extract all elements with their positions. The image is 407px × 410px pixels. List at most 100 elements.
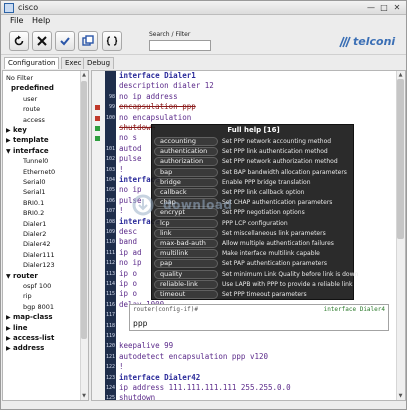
tab-configuration[interactable]: Configuration xyxy=(4,57,60,69)
help-row[interactable]: encrypt Set PPP negotiation options xyxy=(152,208,355,218)
code-line[interactable]: autod xyxy=(119,144,142,153)
tree-item[interactable]: ▶ access-list xyxy=(6,334,54,342)
code-line[interactable]: ip o xyxy=(119,269,137,278)
editor-scroll-down-icon[interactable]: ▼ xyxy=(396,392,405,400)
editor-scroll-up-icon[interactable]: ▲ xyxy=(396,71,405,79)
apply-button[interactable] xyxy=(55,31,75,51)
collapsed-arrow-icon[interactable]: ▶ xyxy=(6,325,13,332)
code-line[interactable]: ! xyxy=(119,362,124,371)
code-line[interactable]: pulse xyxy=(119,196,142,205)
tree-item[interactable]: Tunnel0 xyxy=(23,157,48,165)
tree-item[interactable]: Serial0 xyxy=(23,178,46,186)
tree-item[interactable]: access xyxy=(23,116,45,124)
editor-scrollbar[interactable]: ▲ ▼ xyxy=(396,71,405,400)
expanded-arrow-icon[interactable]: ▼ xyxy=(6,148,13,155)
code-line[interactable]: ip o xyxy=(119,279,137,288)
minimize-icon[interactable]: — xyxy=(365,2,377,13)
tree-item[interactable]: Ethernet0 xyxy=(23,168,55,176)
code-button[interactable] xyxy=(102,31,122,51)
code-line[interactable]: autodetect encapsulation ppp v120 xyxy=(119,352,268,361)
collapsed-arrow-icon[interactable]: ▶ xyxy=(6,137,13,144)
tree-item[interactable]: Dialer123 xyxy=(23,261,55,269)
tree-item[interactable]: Dialer42 xyxy=(23,240,51,248)
tree-item[interactable]: ▶ line xyxy=(6,324,28,332)
tree-item[interactable]: No Filter xyxy=(6,74,33,82)
help-row[interactable]: authentication Set PPP link authenticatio… xyxy=(152,147,355,157)
code-line[interactable]: encapsulation ppp xyxy=(119,102,196,111)
help-command[interactable]: authentication xyxy=(154,147,218,157)
help-command[interactable]: encrypt xyxy=(154,208,218,218)
help-command[interactable]: authorization xyxy=(154,157,218,167)
tree-item[interactable]: predefined xyxy=(11,84,54,92)
code-line[interactable]: shutdown xyxy=(119,393,155,400)
collapsed-arrow-icon[interactable]: ▶ xyxy=(6,127,13,134)
code-line[interactable]: no encapsulation xyxy=(119,113,191,122)
scroll-down-icon[interactable]: ▼ xyxy=(80,392,88,400)
tree-item[interactable]: BRI0.2 xyxy=(23,209,44,217)
tree-item[interactable]: user xyxy=(23,95,37,103)
help-row[interactable]: reliable-link Use LAPB with PPP to provid… xyxy=(152,279,355,290)
search-input[interactable] xyxy=(149,40,211,51)
tree-item[interactable]: Dialer2 xyxy=(23,230,46,238)
tree-item[interactable]: Serial1 xyxy=(23,188,46,196)
help-row[interactable]: quality Set minimum Link Quality before l… xyxy=(152,269,358,280)
menu-help[interactable]: Help xyxy=(32,16,50,25)
tree-item[interactable]: ▶ map-class xyxy=(6,313,53,321)
code-line[interactable]: ! xyxy=(119,206,124,215)
code-line[interactable]: interface Dialer42 xyxy=(119,373,200,382)
tree-item[interactable]: Dialer111 xyxy=(23,251,55,259)
tree-item[interactable]: ▶ template xyxy=(6,136,49,144)
tree-item[interactable]: route xyxy=(23,105,40,113)
help-row[interactable]: callback Set PPP link callback option xyxy=(152,188,355,198)
code-line[interactable]: band xyxy=(119,237,137,246)
help-row[interactable]: timeout Set PPP timeout parameters xyxy=(152,290,355,300)
tab-debug[interactable]: Debug xyxy=(83,57,115,69)
help-command[interactable]: multilink xyxy=(154,249,218,259)
help-command[interactable]: bridge xyxy=(154,177,218,187)
help-row[interactable]: pap Set PAP authentication parameters xyxy=(152,259,355,269)
code-line[interactable]: interface Dialer1 xyxy=(119,71,196,80)
help-command[interactable]: lcp xyxy=(154,218,218,228)
tree-item[interactable]: Dialer1 xyxy=(23,220,46,228)
help-row[interactable]: authorization Set PPP network authorizati… xyxy=(152,157,355,167)
code-line[interactable]: ! xyxy=(119,165,124,174)
code-line[interactable]: ip o xyxy=(119,289,137,298)
help-row[interactable]: chap Set CHAP authentication parameters xyxy=(152,198,355,208)
help-row[interactable]: multilink Make interface multilink capabl… xyxy=(152,249,355,259)
maximize-icon[interactable]: □ xyxy=(378,2,390,13)
help-command[interactable]: accounting xyxy=(154,137,218,146)
tree-item[interactable]: BRI0.1 xyxy=(23,199,44,207)
tree-item[interactable]: ▶ address xyxy=(6,344,44,352)
tree-item[interactable]: ospf 100 xyxy=(23,282,51,290)
help-command[interactable]: chap xyxy=(154,198,218,208)
expanded-arrow-icon[interactable]: ▼ xyxy=(6,273,13,280)
help-row[interactable]: accounting Set PPP network accounting met… xyxy=(152,137,355,147)
scroll-up-icon[interactable]: ▲ xyxy=(80,71,88,79)
close-window-icon[interactable]: ✕ xyxy=(391,2,403,13)
collapsed-arrow-icon[interactable]: ▶ xyxy=(6,335,13,342)
help-row[interactable]: bridge Enable PPP bridge translation xyxy=(152,177,355,188)
code-line[interactable]: shutdown xyxy=(119,123,155,132)
menu-file[interactable]: File xyxy=(10,16,23,25)
tree-item[interactable]: bgp 8001 xyxy=(23,303,54,311)
code-line[interactable]: keepalive 99 xyxy=(119,341,173,350)
code-line[interactable]: ip ad xyxy=(119,248,142,257)
collapsed-arrow-icon[interactable]: ▶ xyxy=(6,314,13,321)
sidebar-scrollbar[interactable]: ▲ ▼ xyxy=(80,71,88,400)
tree-item[interactable]: ▶ key xyxy=(6,126,27,134)
help-command[interactable]: link xyxy=(154,228,218,238)
code-line[interactable]: no ip xyxy=(119,185,142,194)
code-line[interactable]: ip address 111.111.111.111 255.255.0.0 xyxy=(119,383,291,392)
command-input[interactable] xyxy=(133,317,273,329)
tree-item[interactable]: ▼ interface xyxy=(6,147,49,155)
sidebar-scroll-thumb[interactable] xyxy=(81,81,87,339)
copy-button[interactable] xyxy=(78,31,98,51)
code-line[interactable]: no s xyxy=(119,133,137,142)
code-line[interactable]: description dialer 12 xyxy=(119,81,214,90)
help-command[interactable]: quality xyxy=(154,269,218,279)
code-line[interactable]: no ip xyxy=(119,258,142,267)
tree-item[interactable]: ▼ router xyxy=(6,272,38,280)
help-command[interactable]: pap xyxy=(154,259,218,269)
help-command[interactable]: reliable-link xyxy=(154,279,218,289)
help-command[interactable]: callback xyxy=(154,188,218,197)
